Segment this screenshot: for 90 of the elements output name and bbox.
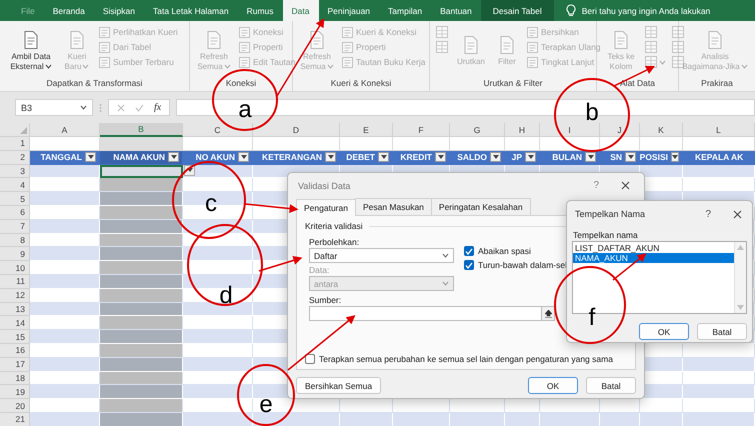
- ribbon-button[interactable]: Ambil Data Eksternal: [5, 25, 57, 77]
- header-label: JP: [512, 152, 522, 162]
- column-header[interactable]: D: [253, 123, 340, 137]
- row-number[interactable]: 8: [0, 234, 30, 248]
- dialog-button[interactable]: OK: [639, 323, 689, 340]
- list-item[interactable]: LIST_DAFTAR_AKUN: [573, 243, 734, 253]
- ribbon-group-title: Kueri & Koneksi: [330, 77, 392, 90]
- header-label: KEPALA AK: [695, 152, 744, 162]
- column-header[interactable]: I: [540, 123, 600, 137]
- header-label: POSISI: [640, 152, 668, 162]
- ribbon-tab[interactable]: Tampilan: [379, 0, 432, 21]
- header-label: NO AKUN: [196, 152, 235, 162]
- row-number[interactable]: 17: [0, 358, 30, 372]
- row-number[interactable]: 1: [0, 137, 30, 151]
- header-label: DEBET: [346, 152, 375, 162]
- header-label: KETERANGAN: [262, 152, 322, 162]
- checkbox-label: Turun-bawah dalam-sel: [478, 260, 567, 270]
- insert-function-button[interactable]: fx: [154, 102, 162, 113]
- row-number[interactable]: 7: [0, 220, 30, 234]
- row-number[interactable]: 15: [0, 330, 30, 344]
- column-header[interactable]: B: [100, 123, 183, 137]
- column-header[interactable]: K: [640, 123, 683, 137]
- name-box[interactable]: B3: [15, 99, 93, 116]
- ribbon-group-title: Dapatkan & Transformasi: [46, 77, 144, 90]
- row-number[interactable]: 3: [0, 164, 30, 178]
- ribbon-tab[interactable]: Beranda: [44, 0, 94, 21]
- row-number[interactable]: 12: [0, 288, 30, 303]
- ribbon-tab[interactable]: Tata Letak Halaman: [144, 0, 238, 21]
- ribbon-group-title: Koneksi: [224, 77, 258, 90]
- column-header[interactable]: C: [183, 123, 253, 137]
- header-label: BULAN: [552, 152, 582, 162]
- dialog-title: Validasi Data: [298, 180, 352, 190]
- annotation-label: a: [238, 96, 252, 123]
- row-number[interactable]: 13: [0, 302, 30, 316]
- ribbon-group-title: Urutkan & Filter: [482, 77, 544, 90]
- row-number[interactable]: 21: [0, 412, 30, 426]
- column-header[interactable]: J: [600, 123, 640, 137]
- ribbon-tab[interactable]: Desain Tabel: [480, 0, 554, 21]
- field-label: Tempelkan nama: [572, 229, 639, 241]
- dialog-button[interactable]: OK: [528, 377, 578, 394]
- ribbon-group-title: Prakiraa: [700, 77, 734, 90]
- row-number[interactable]: 4: [0, 178, 30, 192]
- dialog-title: Tempelkan Nama: [575, 209, 646, 219]
- dialog-button[interactable]: Bersihkan Semua: [296, 377, 382, 394]
- list-item[interactable]: NAMA_AKUN: [573, 253, 734, 263]
- row-number[interactable]: 9: [0, 247, 30, 262]
- row-number[interactable]: 2: [0, 150, 30, 165]
- annotation-label: d: [219, 282, 233, 309]
- column-header[interactable]: H: [505, 123, 540, 137]
- dialog-button[interactable]: Batal: [697, 323, 747, 340]
- annotation-label: c: [205, 190, 217, 217]
- column-header[interactable]: L: [683, 123, 755, 137]
- row-number[interactable]: 11: [0, 274, 30, 289]
- row-number[interactable]: 18: [0, 372, 30, 386]
- dialog-tab[interactable]: Pengaturan: [296, 199, 356, 216]
- allow-select[interactable]: Daftar: [309, 248, 454, 263]
- annotation-label: b: [585, 99, 599, 126]
- ribbon-tab[interactable]: Sisipkan: [94, 0, 144, 21]
- ribbon-tab[interactable]: Bantuan: [431, 0, 481, 21]
- field-label: Perbolehkan:: [309, 237, 360, 247]
- column-header[interactable]: A: [30, 123, 100, 137]
- help-button[interactable]: ?: [705, 208, 711, 220]
- row-number[interactable]: 20: [0, 399, 30, 413]
- checkbox-label: Abaikan spasi: [478, 246, 531, 256]
- column-header[interactable]: F: [393, 123, 450, 137]
- field-label: Data:: [309, 265, 330, 275]
- header-label: TANGGAL: [40, 152, 82, 162]
- annotation-label: e: [259, 391, 273, 418]
- ribbon-tab[interactable]: Rumus: [238, 0, 283, 21]
- row-number[interactable]: 6: [0, 206, 30, 220]
- header-label: SN: [610, 152, 622, 162]
- annotation-label: f: [588, 304, 596, 331]
- header-label: SALDO: [457, 152, 487, 162]
- tell-me-box[interactable]: Beri tahu yang ingin Anda lakukan: [566, 0, 710, 21]
- ribbon-tab[interactable]: Data: [282, 0, 318, 21]
- section-label: Kriteria validasi: [305, 221, 363, 231]
- row-number[interactable]: 16: [0, 344, 30, 358]
- header-label: KREDIT: [400, 152, 432, 162]
- dialog-button[interactable]: Batal: [586, 377, 636, 394]
- row-number[interactable]: 19: [0, 385, 30, 400]
- row-number[interactable]: 10: [0, 261, 30, 275]
- row-number[interactable]: 14: [0, 316, 30, 330]
- dialog-tab[interactable]: Peringatan Kesalahan: [430, 198, 531, 215]
- ribbon-tab[interactable]: Peninjauan: [318, 0, 380, 21]
- column-header[interactable]: E: [340, 123, 393, 137]
- row-number[interactable]: 5: [0, 192, 30, 206]
- column-header[interactable]: G: [450, 123, 505, 137]
- checkbox-label: Terapkan semua perubahan ke semua sel lain dengan pengaturan yang sama: [319, 354, 613, 364]
- header-label: NAMA AKUN: [113, 152, 165, 162]
- field-label: Sumber:: [308, 295, 342, 305]
